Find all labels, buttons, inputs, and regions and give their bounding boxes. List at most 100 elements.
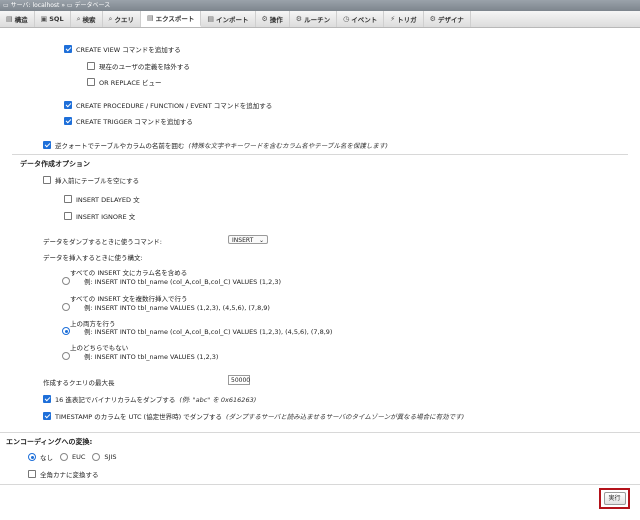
kana-checkbox[interactable] <box>28 470 36 478</box>
hex-dump-checkbox[interactable] <box>43 395 51 403</box>
routine-icon: ⚙ <box>295 15 303 23</box>
truncate-checkbox[interactable] <box>43 176 51 184</box>
syntax-option-multirow[interactable]: 例: INSERT INTO tbl_name VALUES (1,2,3), … <box>62 302 270 312</box>
max-query-input[interactable]: 50000 <box>228 375 250 385</box>
timestamp-note: (ダンプするサーバと読み込ませるサーバのタイムゾーンが異なる場合に有効です) <box>226 413 465 421</box>
tab-routines[interactable]: ⚙ ルーチン <box>290 11 338 27</box>
sql-icon: ▣ <box>40 15 48 23</box>
tab-label: トリガ <box>397 16 417 24</box>
tab-events[interactable]: ◷ イベント <box>337 11 385 27</box>
divider <box>0 432 640 433</box>
syntax-neither-radio[interactable] <box>62 352 70 360</box>
tab-label: デザイナ <box>437 16 464 24</box>
create-trigger-checkbox[interactable] <box>64 117 72 125</box>
syntax-option-columns[interactable]: 例: INSERT INTO tbl_name (col_A,col_B,col… <box>62 276 281 286</box>
hex-dump-label: 16 進表記でバイナリカラムをダンプする <box>55 396 176 404</box>
syntax-both-radio[interactable] <box>62 327 70 335</box>
search-icon: ⌕ <box>76 14 81 23</box>
divider <box>12 154 628 155</box>
syntax-option-example: 例: INSERT INTO tbl_name (col_A,col_B,col… <box>84 328 333 336</box>
encoding-none-radio[interactable] <box>28 453 36 461</box>
exclude-user-checkbox[interactable] <box>87 62 95 70</box>
clock-icon: ◷ <box>343 15 350 23</box>
data-options-title: データ作成オプション <box>20 160 90 168</box>
designer-icon: ⚙ <box>429 15 436 23</box>
option-hex-dump[interactable]: 16 進表記でバイナリカラムをダンプする (例: "abc" を 0x61626… <box>43 394 256 404</box>
timestamp-utc-checkbox[interactable] <box>43 412 51 420</box>
truncate-label: 挿入前にテーブルを空にする <box>55 177 140 185</box>
tab-label: イベント <box>351 16 378 24</box>
syntax-columns-radio[interactable] <box>62 277 70 285</box>
tab-designer[interactable]: ⚙ デザイナ <box>424 11 471 27</box>
tab-query[interactable]: ⌕ クエリ <box>103 11 141 27</box>
divider <box>0 484 640 485</box>
option-create-view[interactable]: CREATE VIEW コマンドを追加する <box>64 44 181 54</box>
syntax-option-example: 例: INSERT INTO tbl_name VALUES (1,2,3) <box>84 353 219 361</box>
kana-label: 全角カナに変換する <box>40 471 99 479</box>
option-insert-ignore[interactable]: INSERT IGNORE 文 <box>64 211 135 221</box>
max-query-label: 作成するクエリの最大長 <box>43 379 115 387</box>
syntax-option-example: 例: INSERT INTO tbl_name (col_A,col_B,col… <box>84 278 281 286</box>
create-procedure-checkbox[interactable] <box>64 101 72 109</box>
backquote-checkbox[interactable] <box>43 141 51 149</box>
option-kana[interactable]: 全角カナに変換する <box>28 469 99 479</box>
syntax-option-example: 例: INSERT INTO tbl_name VALUES (1,2,3), … <box>84 304 270 312</box>
tab-search[interactable]: ⌕ 検索 <box>71 11 103 27</box>
tab-label: エクスポート <box>155 15 195 23</box>
dump-command-label: データをダンプするときに使うコマンド: <box>43 238 162 246</box>
encoding-none-label: なし <box>40 454 53 462</box>
timestamp-utc-label: TIMESTAMP のカラムを UTC (協定世界時) でダンプする <box>55 413 223 421</box>
wrench-icon: ⚙ <box>261 15 268 23</box>
table-icon: ▤ <box>6 15 13 23</box>
encoding-sjis-radio[interactable] <box>92 453 101 461</box>
backquote-label: 逆クォートでテーブルやカラムの名前を囲む <box>55 142 185 150</box>
export-icon: ▤ <box>146 14 154 22</box>
option-exclude-user[interactable]: 現在のユーザの定義を除外する <box>87 61 190 71</box>
hex-dump-note: (例: "abc" を 0x616263) <box>179 396 257 404</box>
tab-sql[interactable]: ▣ SQL <box>35 11 71 27</box>
tab-structure[interactable]: ▤ 構造 <box>0 11 35 27</box>
encoding-title: エンコーディングへの変換: <box>6 438 93 446</box>
tab-bar: ▤ 構造 ▣ SQL ⌕ 検索 ⌕ クエリ ▤ エクスポート ▤ インポート ⚙… <box>0 11 640 28</box>
encoding-choices: なし EUC SJIS <box>28 452 117 462</box>
dump-command-value: INSERT <box>232 237 254 244</box>
option-truncate[interactable]: 挿入前にテーブルを空にする <box>43 175 139 185</box>
import-icon: ▤ <box>207 15 215 23</box>
insert-ignore-checkbox[interactable] <box>64 212 72 220</box>
or-replace-checkbox[interactable] <box>87 78 95 86</box>
encoding-sjis-label: SJIS <box>104 453 117 461</box>
syntax-label: データを挿入するときに使う構文: <box>43 254 143 262</box>
create-trigger-label: CREATE TRIGGER コマンドを追加する <box>76 118 193 126</box>
execute-button[interactable]: 実行 <box>603 492 626 505</box>
tab-export[interactable]: ▤ エクスポート <box>140 11 202 27</box>
syntax-option-neither[interactable]: 例: INSERT INTO tbl_name VALUES (1,2,3) <box>62 351 218 361</box>
create-view-label: CREATE VIEW コマンドを追加する <box>76 46 181 54</box>
tab-label: クエリ <box>114 16 134 24</box>
query-icon: ⌕ <box>108 14 113 23</box>
option-backquote[interactable]: 逆クォートでテーブルやカラムの名前を囲む (特殊な文字やキーワードを含むカラム名… <box>43 140 388 150</box>
breadcrumb-server[interactable]: サーバ: localhost <box>11 2 60 9</box>
encoding-euc-label: EUC <box>72 453 86 461</box>
option-create-procedure[interactable]: CREATE PROCEDURE / FUNCTION / EVENT コマンド… <box>64 100 272 110</box>
execute-highlight: 実行 <box>599 488 630 509</box>
syntax-multirow-radio[interactable] <box>62 303 70 311</box>
tab-operations[interactable]: ⚙ 操作 <box>256 11 290 27</box>
encoding-euc-radio[interactable] <box>60 453 68 461</box>
tab-label: 検索 <box>82 16 96 24</box>
syntax-option-both[interactable]: 例: INSERT INTO tbl_name (col_A,col_B,col… <box>62 326 332 336</box>
backquote-note: (特殊な文字やキーワードを含むカラム名やテーブル名を保護します) <box>188 142 388 150</box>
insert-delayed-checkbox[interactable] <box>64 195 72 203</box>
option-or-replace[interactable]: OR REPLACE ビュー <box>87 77 162 87</box>
option-timestamp-utc[interactable]: TIMESTAMP のカラムを UTC (協定世界時) でダンプする (ダンプす… <box>43 411 464 421</box>
tab-import[interactable]: ▤ インポート <box>201 11 256 27</box>
tab-label: インポート <box>216 16 249 24</box>
tab-label: SQL <box>49 15 64 23</box>
create-view-checkbox[interactable] <box>64 45 72 53</box>
tab-triggers[interactable]: ⚡ トリガ <box>384 11 424 27</box>
dump-command-select[interactable]: INSERT ⌄ <box>228 235 268 244</box>
breadcrumb-database[interactable]: データベース <box>75 2 111 9</box>
server-icon: ▭ <box>3 2 9 9</box>
option-insert-delayed[interactable]: INSERT DELAYED 文 <box>64 194 140 204</box>
tab-label: 操作 <box>269 16 283 24</box>
option-create-trigger[interactable]: CREATE TRIGGER コマンドを追加する <box>64 116 193 126</box>
